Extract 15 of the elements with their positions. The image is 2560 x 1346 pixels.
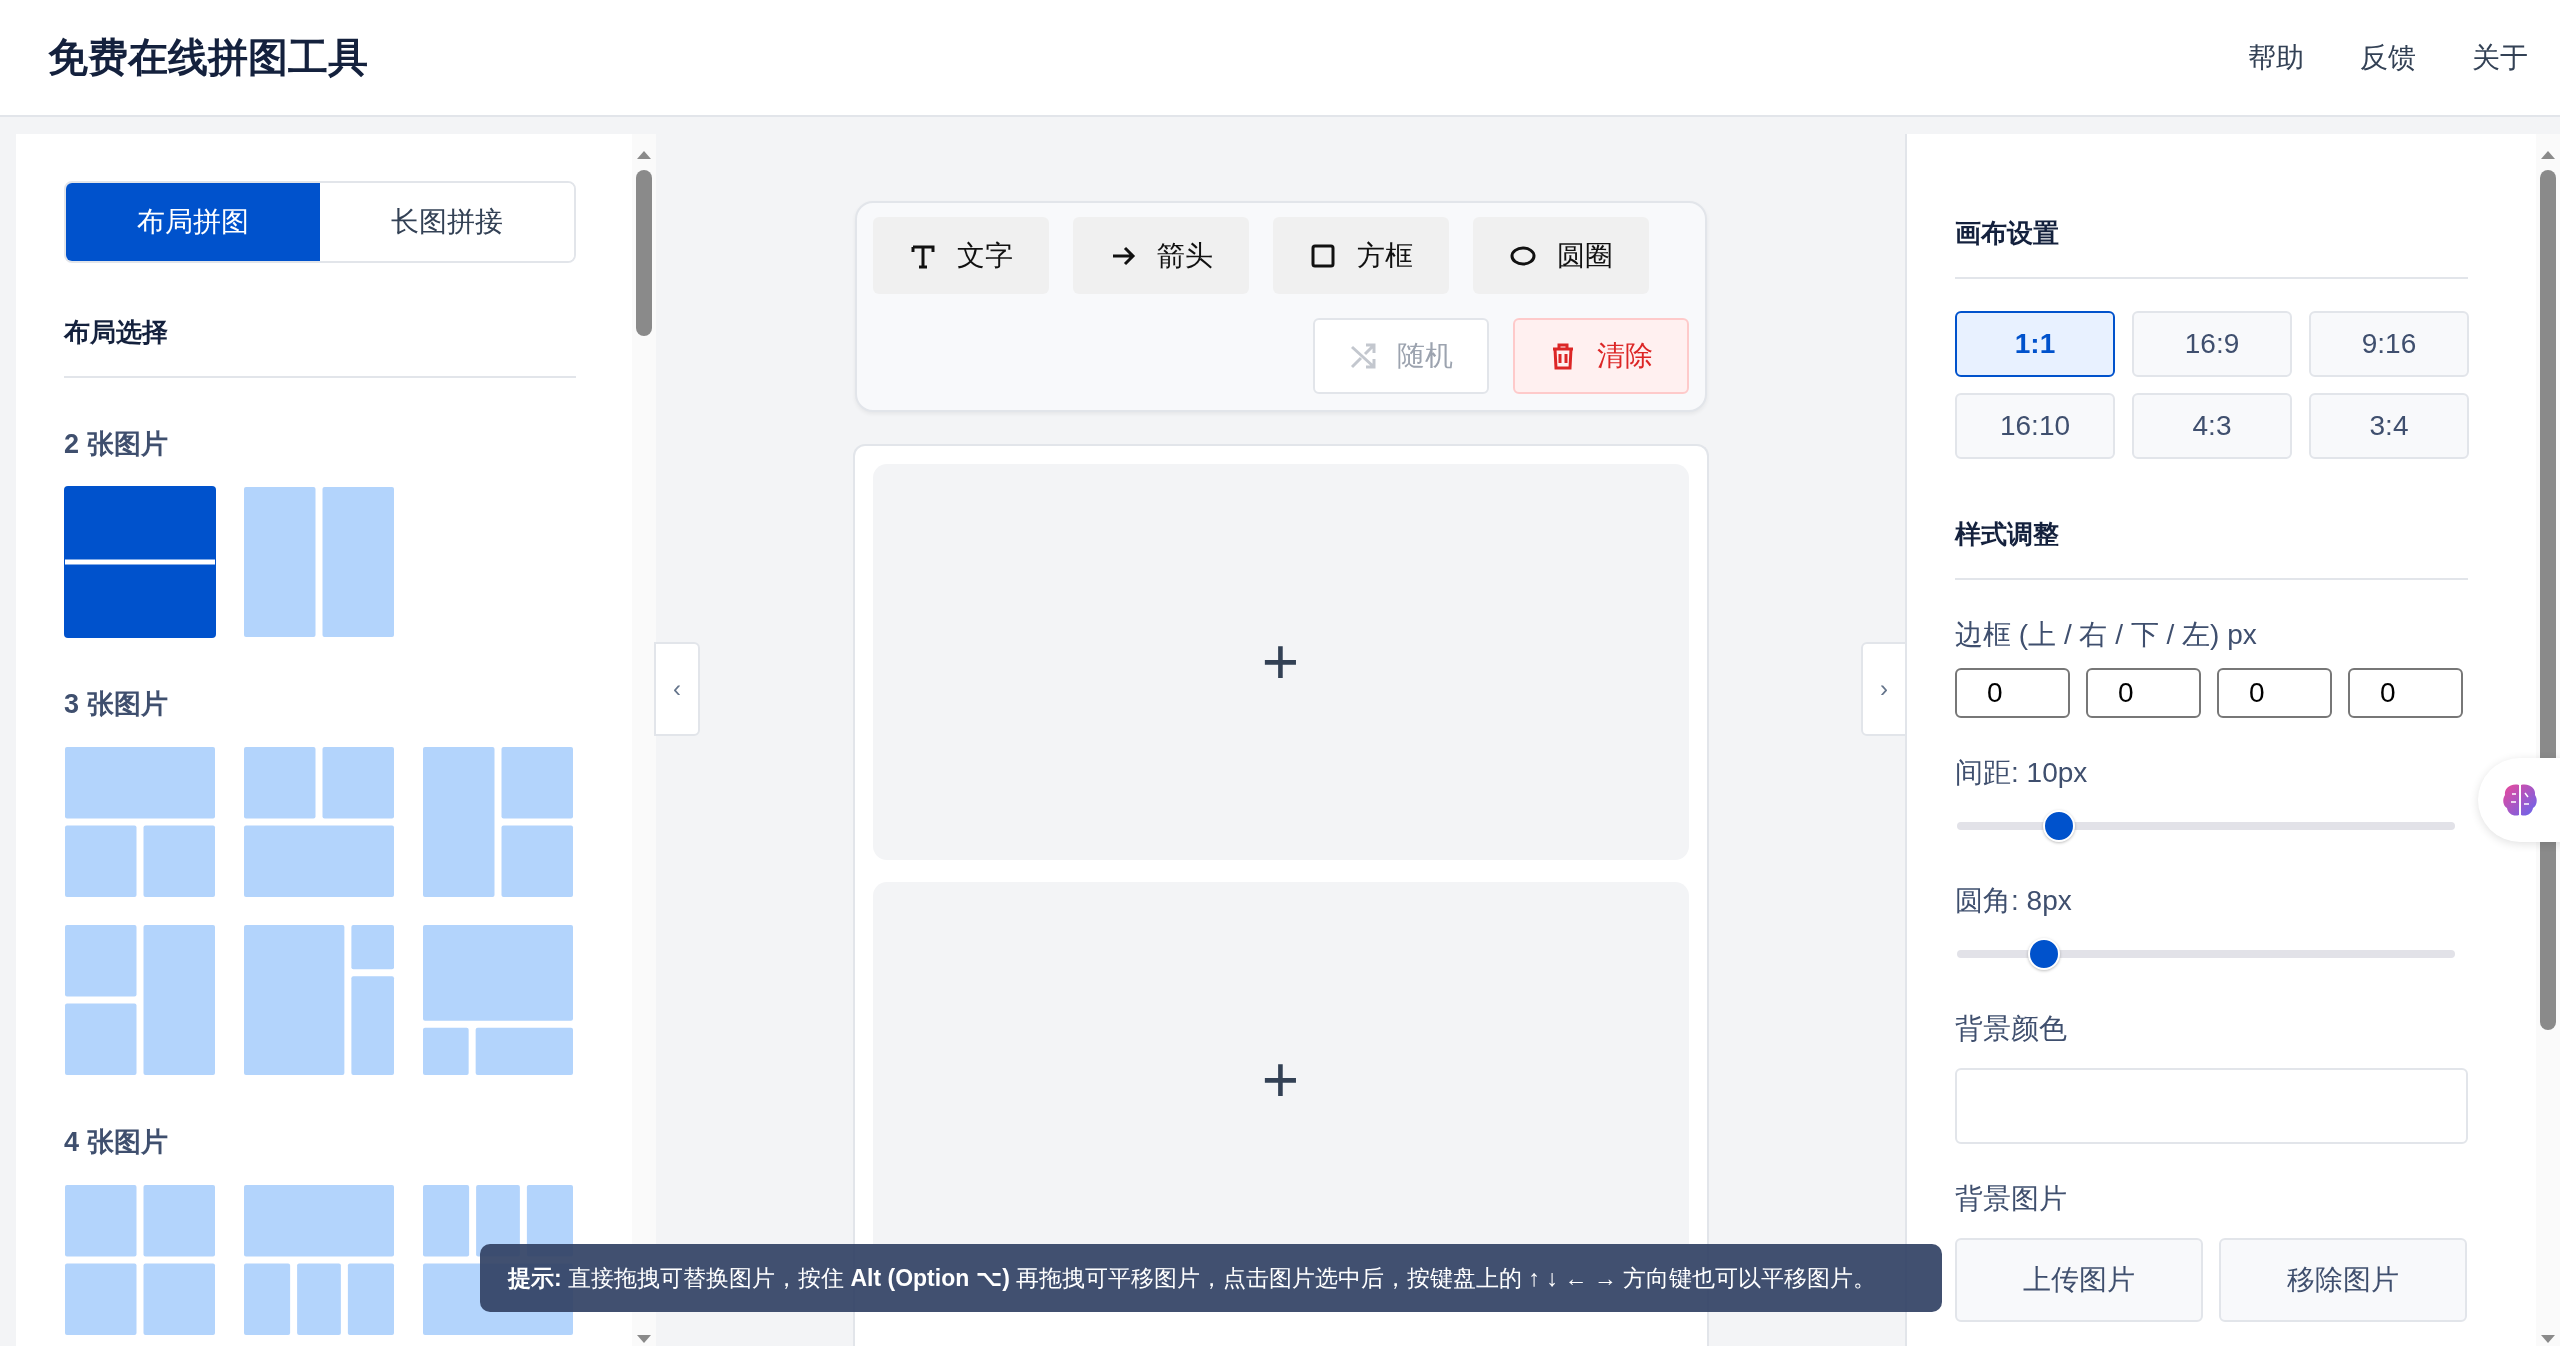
site-title: 免费在线拼图工具 xyxy=(48,34,368,81)
hint-toast: 提示: 直接拖拽可替换图片，按住 Alt (Option ⌥) 再拖拽可平移图片，点击图片选中后，按键盘上的 ↑ ↓ ← → 方向键也可以平移图片。 xyxy=(480,1244,1942,1312)
field-label: 间距: 10px xyxy=(1955,756,2089,790)
group-title: 3 张图片 xyxy=(64,688,169,721)
add-sign: + xyxy=(1261,1048,1300,1112)
group-title: 2 张图片 xyxy=(64,428,169,461)
section-title: 画布设置 xyxy=(1955,217,2060,250)
section-title: 布局选择 xyxy=(64,316,169,349)
field-label: 圆角: 8px xyxy=(1955,884,2073,918)
field-label: 边框 (上 / 右 / 下 / 左) px xyxy=(1955,618,2258,652)
field-label: 背景颜色 xyxy=(1955,1012,2068,1046)
add-sign: + xyxy=(1261,630,1300,694)
section-title: 样式调整 xyxy=(1955,518,2060,551)
field-label: 背景图片 xyxy=(1955,1182,2068,1216)
group-title: 4 张图片 xyxy=(64,1126,169,1159)
